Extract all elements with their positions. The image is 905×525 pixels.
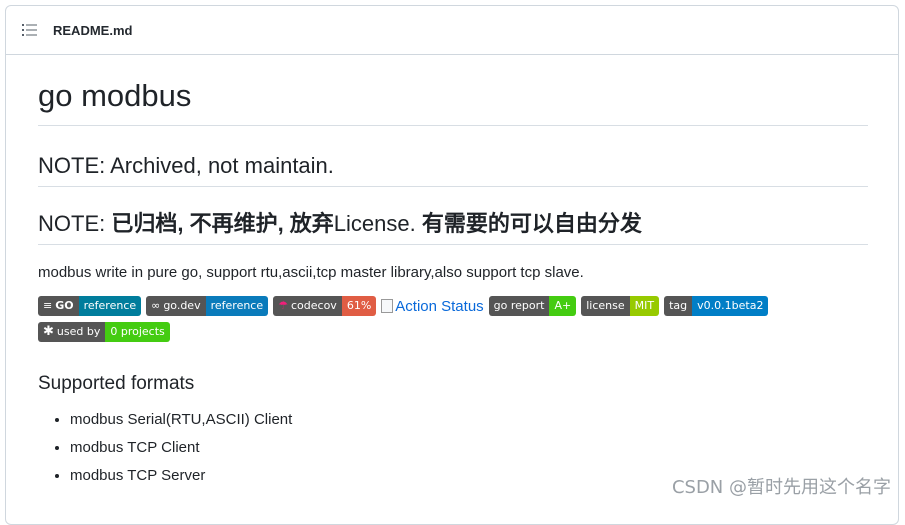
readme-content: go modbus NOTE: Archived, not maintain. … (38, 55, 868, 494)
badge-codecov-left: ☂ codecov (273, 296, 342, 316)
readme-card: README.md go modbus NOTE: Archived, not … (5, 5, 899, 525)
badge-used-by-right: 0 projects (105, 322, 170, 342)
badge-used-by[interactable]: ✱ used by 0 projects (38, 322, 170, 342)
badge-codecov-right: 61% (341, 296, 377, 316)
badge-used-by-left-label: used by (56, 325, 101, 338)
badge-go-reference-left-label: GO (55, 299, 74, 312)
readme-title: go modbus (38, 55, 868, 126)
badge-license[interactable]: license MIT (581, 296, 660, 316)
note-license-zh: 已归档, 不再维护, 放弃 (111, 211, 334, 236)
badge-godev-left: ∞ go.dev (146, 296, 206, 316)
codecov-umbrella-icon: ☂ (278, 299, 288, 312)
file-name[interactable]: README.md (53, 23, 132, 38)
note-archived: NOTE: Archived, not maintain. (38, 126, 868, 187)
badge-godev-reference[interactable]: ∞ go.dev reference (146, 296, 269, 316)
go-logo-icon: ≡ (43, 299, 53, 312)
list-icon[interactable] (22, 23, 38, 37)
badge-godev-right: reference (205, 296, 269, 316)
note-license: NOTE: 已归档, 不再维护, 放弃License. 有需要的可以自由分发 (38, 187, 868, 245)
badge-row: ≡ GO reference ∞ go.dev reference ☂ codecov… (38, 296, 798, 342)
asterisk-icon: ✱ (43, 324, 54, 339)
badge-go-report[interactable]: go report A+ (488, 296, 577, 316)
badge-go-report-left: go report (488, 296, 550, 316)
badge-tag-right: v0.0.1beta2 (692, 296, 769, 316)
action-status-link[interactable]: Action Status (381, 296, 484, 316)
badge-tag-left: tag (664, 296, 693, 316)
badge-codecov-left-label: codecov (291, 299, 337, 312)
action-status-alt-text: Action Status (395, 297, 484, 315)
list-item: modbus Serial(RTU,ASCII) Client (70, 410, 868, 430)
badge-godev-left-label: go.dev (163, 299, 201, 312)
badge-tag[interactable]: tag v0.0.1beta2 (664, 296, 769, 316)
note-license-zh2: 有需要的可以自由分发 (421, 211, 642, 236)
note-license-prefix: NOTE: (38, 211, 112, 236)
badge-license-right: MIT (629, 296, 660, 316)
readme-header: README.md (6, 6, 898, 55)
broken-image-icon (381, 299, 394, 313)
badge-go-report-right: A+ (549, 296, 577, 316)
badge-go-reference-left: ≡ GO (38, 296, 79, 316)
badge-go-reference[interactable]: ≡ GO reference (38, 296, 142, 316)
badge-codecov[interactable]: ☂ codecov 61% (273, 296, 377, 316)
badge-license-left: license (581, 296, 630, 316)
note-license-mid: License. (333, 211, 422, 236)
description: modbus write in pure go, support rtu,asc… (38, 264, 584, 281)
badge-go-reference-right: reference (78, 296, 142, 316)
formats-heading: Supported formats (38, 373, 195, 394)
badge-used-by-left: ✱ used by (38, 322, 106, 342)
link-icon: ∞ (151, 299, 161, 312)
list-item: modbus TCP Client (70, 438, 868, 458)
csdn-watermark: CSDN @暂时先用这个名字 (671, 477, 891, 498)
